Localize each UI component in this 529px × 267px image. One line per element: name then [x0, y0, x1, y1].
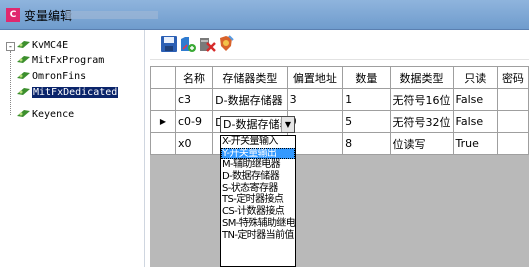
table-row[interactable]: x0 0 8 位读写 True — [150, 132, 529, 155]
add-button[interactable] — [179, 34, 197, 54]
dropdown-arrow-icon[interactable]: ▼ — [281, 117, 294, 132]
column-header-memory-type[interactable]: 存储器类型 — [212, 66, 288, 89]
column-header-name[interactable]: 名称 — [174, 66, 214, 89]
tree-node-mitfxdedicated[interactable]: MitFxDedicated — [17, 86, 119, 100]
device-icon — [17, 72, 30, 79]
app-icon: C — [6, 8, 20, 22]
device-icon — [17, 110, 30, 117]
option-ts-timer-contact[interactable]: TS-定时器接点 — [221, 194, 295, 206]
tree-node-label: MitFxDedicated — [32, 87, 119, 98]
option-tn-timer-value[interactable]: TN-定时器当前值 — [221, 230, 295, 242]
row-indicator[interactable] — [150, 88, 176, 111]
cell-data-type[interactable]: 无符号32位 — [389, 110, 454, 133]
cell-count[interactable]: 8 — [342, 132, 391, 155]
add-icon — [181, 37, 196, 52]
column-header-data-type[interactable]: 数据类型 — [389, 66, 454, 89]
table-row[interactable]: ▶ c0-9 D-数据存储器 0 5 无符号32位 False — [150, 110, 529, 133]
cell-count[interactable]: 5 — [342, 110, 391, 133]
row-indicator[interactable] — [150, 132, 176, 155]
option-sm-special-relay[interactable]: SM-特殊辅助继电器 — [221, 218, 295, 230]
settings-button[interactable] — [217, 34, 235, 54]
tree-node-label: KvMC4E — [32, 40, 69, 51]
tree-node-mitfxprogram[interactable]: MitFxProgram — [17, 54, 104, 68]
tree-expander[interactable]: - — [6, 42, 15, 51]
cell-offset[interactable]: 0 — [286, 110, 344, 133]
option-s-state[interactable]: S-状态寄存器 — [221, 183, 295, 195]
blurred-title-text — [66, 11, 158, 19]
cell-readonly[interactable]: False — [452, 110, 498, 133]
settings-icon — [220, 35, 234, 51]
title-bar: C 变量编辑 — [0, 0, 529, 30]
tree-node-label: Keyence — [32, 109, 75, 120]
tree-node-keyence[interactable]: Keyence — [17, 108, 74, 122]
device-icon — [17, 41, 30, 48]
device-icon — [17, 56, 30, 63]
option-y-output[interactable]: Y-开关量输出 — [221, 147, 295, 160]
memory-type-dropdown[interactable]: D-数据存储器 ▼ — [220, 116, 295, 133]
option-m-relay[interactable]: M-辅助继电器 — [221, 159, 295, 171]
tree-node-omronfins[interactable]: OmronFins — [17, 70, 86, 84]
tree-node-root[interactable]: KvMC4E — [17, 39, 68, 53]
cell-password[interactable] — [496, 110, 529, 133]
device-icon — [17, 88, 30, 95]
cell-readonly[interactable]: True — [452, 132, 498, 155]
toolbar — [150, 34, 529, 60]
current-row-indicator[interactable]: ▶ — [150, 110, 176, 133]
cell-name[interactable]: c0-9 — [174, 110, 214, 133]
cell-count[interactable]: 1 — [342, 88, 391, 111]
row-header-corner — [150, 66, 176, 89]
tree-node-label: MitFxProgram — [32, 55, 105, 66]
cell-offset[interactable]: 3 — [286, 88, 344, 111]
variable-table: 名称 存储器类型 偏置地址 数量 数据类型 只读 密码 c3 D-数据存储器 3… — [150, 66, 529, 155]
cell-memory-type[interactable]: D-数据存储器 — [212, 88, 288, 111]
option-d-register[interactable]: D-数据存储器 — [221, 171, 295, 183]
cell-readonly[interactable]: False — [452, 88, 498, 111]
delete-button[interactable] — [198, 34, 216, 54]
save-button[interactable] — [160, 34, 178, 54]
window-title: 变量编辑 — [24, 9, 73, 23]
column-header-offset[interactable]: 偏置地址 — [286, 66, 344, 89]
delete-icon — [200, 38, 216, 52]
cell-password[interactable] — [496, 88, 529, 111]
cell-name[interactable]: x0 — [174, 132, 214, 155]
variable-grid: 名称 存储器类型 偏置地址 数量 数据类型 只读 密码 c3 D-数据存储器 3… — [150, 66, 529, 267]
column-header-readonly[interactable]: 只读 — [452, 66, 498, 89]
cell-data-type[interactable]: 位读写 — [389, 132, 454, 155]
memory-type-options-list[interactable]: X-开关量输入 Y-开关量输出 M-辅助继电器 D-数据存储器 S-状态寄存器 … — [220, 135, 296, 267]
cell-password[interactable] — [496, 132, 529, 155]
option-x-input[interactable]: X-开关量输入 — [221, 136, 295, 148]
table-row[interactable]: c3 D-数据存储器 3 1 无符号16位 False — [150, 88, 529, 111]
save-icon — [161, 36, 177, 52]
option-cs-counter-contact[interactable]: CS-计数器接点 — [221, 206, 295, 218]
cell-name[interactable]: c3 — [174, 88, 214, 111]
column-header-password[interactable]: 密码 — [496, 66, 529, 89]
cell-data-type[interactable]: 无符号16位 — [389, 88, 454, 111]
column-header-count[interactable]: 数量 — [342, 66, 391, 89]
tree-connector-line — [10, 51, 11, 115]
tree-node-label: OmronFins — [32, 71, 87, 82]
